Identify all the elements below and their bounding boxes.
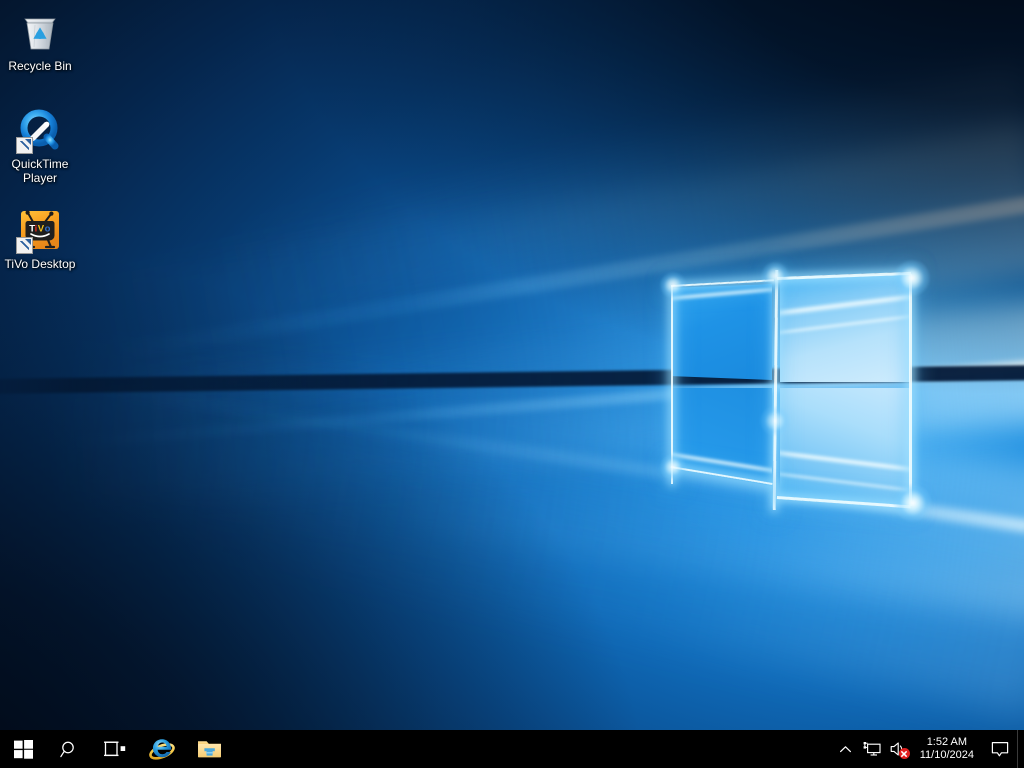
logo-sparkle-bottom-left [660,454,686,480]
desktop-icon-tivo-desktop[interactable]: T i V o TiVo Desktop [2,206,78,271]
logo-sparkle-top-right [894,260,930,296]
recycle-bin-icon [16,8,64,56]
logo-pane-top-right [780,274,910,382]
network-monitor-icon [863,742,881,756]
volume-muted-badge [898,748,910,759]
desktop-icon-quicktime-player[interactable]: QuickTime Player [2,106,78,185]
search-icon [59,741,74,757]
taskbar-file-explorer[interactable] [186,730,234,768]
task-view-icon [104,741,126,757]
logo-edge-vertical-center [772,269,779,511]
show-desktop-button[interactable] [1017,730,1024,768]
notification-bubble-icon [991,741,1009,756]
system-tray[interactable]: 1:52 AM 11/10/2024 [833,730,1024,768]
clock-date: 11/10/2024 [919,749,974,761]
internet-explorer-icon [149,739,175,760]
action-center-button[interactable] [983,730,1017,768]
network-button[interactable] [859,730,885,768]
desktop-wallpaper [0,0,1024,730]
volume-button[interactable] [885,730,913,768]
show-hidden-icons-button[interactable] [833,730,859,768]
task-view-button[interactable] [92,730,138,768]
tivo-desktop-icon: T i V o [16,206,64,254]
logo-edge-right-outer [909,274,912,506]
desktop[interactable]: Recycle Bin QuickTime Player T i V o TiV… [0,0,1024,768]
shortcut-overlay-icon [16,137,33,154]
quicktime-player-icon [16,106,64,154]
desktop-icon-label: TiVo Desktop [4,257,76,271]
taskbar[interactable]: 1:52 AM 11/10/2024 [0,730,1024,768]
logo-sparkle-center-mid [760,406,790,436]
taskbar-internet-explorer[interactable] [138,730,186,768]
wallpaper-window-logo [660,258,932,522]
svg-text:o: o [45,224,51,235]
desktop-icon-recycle-bin[interactable]: Recycle Bin [2,8,78,73]
desktop-icon-label: QuickTime Player [11,157,69,185]
start-button[interactable] [0,730,46,768]
file-explorer-icon [198,741,221,758]
windows-start-icon [13,739,33,759]
logo-pane-bottom-right [780,388,910,506]
logo-sparkle-center-top [761,262,789,290]
clock-time: 1:52 AM [926,736,968,748]
logo-pane-top-left [672,284,772,380]
logo-sparkle-bottom-right [894,484,932,522]
search-button[interactable] [46,730,92,768]
logo-pane-bottom-left [672,388,772,486]
shortcut-overlay-icon [16,237,33,254]
taskbar-clock[interactable]: 1:52 AM 11/10/2024 [913,730,983,768]
logo-sparkle-top-left [660,272,686,298]
chevron-up-icon [840,745,852,752]
desktop-icon-label: Recycle Bin [8,59,72,73]
